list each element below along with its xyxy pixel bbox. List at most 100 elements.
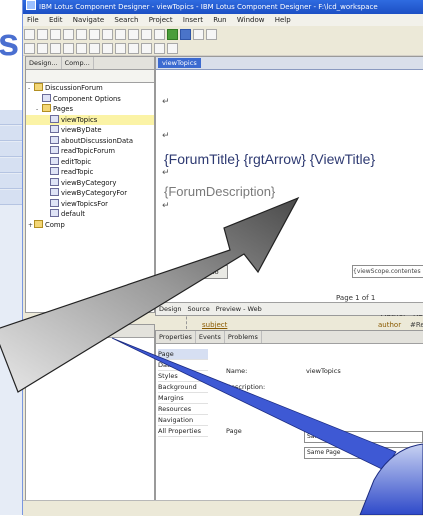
outline-content: About Document bbox=[30, 341, 85, 349]
cut-icon[interactable] bbox=[63, 29, 74, 40]
menu-help[interactable]: Help bbox=[275, 16, 291, 24]
menu-window[interactable]: Window bbox=[237, 16, 265, 24]
grid-icon[interactable] bbox=[141, 29, 152, 40]
page-editor: viewTopics ↵ ↵ {ForumTitle} {rgtArrow} {… bbox=[155, 56, 423, 348]
forum-title-line[interactable]: {ForumTitle} {rgtArrow} {ViewTitle} bbox=[164, 151, 375, 167]
property-category[interactable]: Page bbox=[158, 349, 208, 360]
tab-viewtopics[interactable]: viewTopics bbox=[158, 58, 201, 68]
undo-icon[interactable] bbox=[102, 29, 113, 40]
font-icon[interactable] bbox=[37, 43, 48, 54]
tree-item[interactable]: viewByDate bbox=[26, 125, 154, 136]
cancel-page-select[interactable]: Same Page bbox=[304, 447, 423, 459]
table-icon[interactable] bbox=[128, 29, 139, 40]
copy-icon[interactable] bbox=[76, 29, 87, 40]
size-icon[interactable] bbox=[50, 43, 61, 54]
menu-navigate[interactable]: Navigate bbox=[73, 16, 104, 24]
tree-item[interactable]: default bbox=[26, 209, 154, 220]
tree-item[interactable]: - DiscussionForum bbox=[26, 83, 154, 94]
row-author[interactable]: author bbox=[378, 321, 401, 329]
tree-item[interactable]: viewTopics bbox=[26, 114, 154, 125]
property-category[interactable]: Data bbox=[158, 360, 208, 371]
align-right-icon[interactable] bbox=[141, 43, 152, 54]
menu-insert[interactable]: Insert bbox=[183, 16, 203, 24]
view-scope-field[interactable]: {viewScope.contentes bbox=[352, 265, 423, 278]
outline-panel-tabs bbox=[26, 325, 154, 338]
tree-item-label: DiscussionForum bbox=[45, 84, 103, 92]
tab-problems[interactable]: Problems bbox=[225, 331, 262, 343]
folder-icon bbox=[42, 104, 51, 112]
align-center-icon[interactable] bbox=[128, 43, 139, 54]
main-toolbar bbox=[23, 27, 423, 42]
tree-item-label: Comp bbox=[45, 220, 65, 229]
properties-panel: Properties Events Problems Page Data Styles B… bbox=[155, 330, 423, 502]
tab-events[interactable]: Events bbox=[196, 331, 225, 343]
tab-source-mode[interactable]: Source bbox=[184, 305, 212, 313]
property-category[interactable]: Navigation bbox=[158, 415, 208, 426]
bold-icon[interactable] bbox=[63, 43, 74, 54]
menu-search[interactable]: Search bbox=[114, 16, 138, 24]
strip-tab bbox=[0, 190, 22, 205]
page-icon bbox=[50, 135, 59, 144]
debug-icon[interactable] bbox=[180, 29, 191, 40]
redo-icon[interactable] bbox=[115, 29, 126, 40]
print-icon[interactable] bbox=[50, 29, 61, 40]
tree-item[interactable]: editTopic bbox=[26, 156, 154, 168]
format-toolbar bbox=[23, 41, 423, 56]
strip-tab bbox=[0, 142, 22, 157]
next-page-select[interactable]: Same Page bbox=[304, 431, 423, 443]
list-icon[interactable] bbox=[154, 43, 165, 54]
new-icon[interactable] bbox=[24, 29, 35, 40]
color-icon[interactable] bbox=[102, 43, 113, 54]
forum-description-line[interactable]: {ForumDescription} bbox=[164, 184, 275, 199]
tree-item[interactable]: - Pages bbox=[26, 104, 154, 115]
run-icon[interactable] bbox=[167, 29, 178, 40]
tab-design-mode[interactable]: Design bbox=[156, 305, 184, 313]
row-subject[interactable]: subject bbox=[202, 321, 227, 329]
pencil-icon[interactable] bbox=[206, 29, 217, 40]
menu-edit[interactable]: Edit bbox=[49, 16, 63, 24]
menu-file[interactable]: File bbox=[27, 16, 39, 24]
tree-item[interactable]: + Comp bbox=[26, 219, 154, 231]
menu-run[interactable]: Run bbox=[213, 16, 226, 24]
property-category[interactable]: All Properties bbox=[158, 426, 208, 437]
property-category[interactable]: Margins bbox=[158, 393, 208, 404]
outline-panel: About Document bbox=[25, 324, 155, 502]
italic-icon[interactable] bbox=[76, 43, 87, 54]
name-value[interactable]: viewTopics bbox=[306, 367, 341, 375]
tree-item[interactable]: Component Options bbox=[26, 93, 154, 105]
tree-item[interactable]: aboutDiscussionData bbox=[26, 135, 154, 147]
tab-design[interactable]: Design... bbox=[26, 57, 62, 69]
property-category[interactable]: Resources bbox=[158, 404, 208, 415]
paragraph-mark: ↵ bbox=[162, 131, 170, 141]
tab-preview-mode[interactable]: Preview - Web bbox=[213, 305, 265, 313]
page-field-label: Page bbox=[226, 427, 242, 435]
menu-bar: File Edit Navigate Search Project Insert… bbox=[23, 14, 423, 26]
property-category[interactable]: Styles bbox=[158, 371, 208, 382]
property-categories: Page Data Styles Background Margins Resources… bbox=[158, 349, 208, 437]
preview-icon[interactable] bbox=[154, 29, 165, 40]
search-icon[interactable] bbox=[193, 29, 204, 40]
tab-properties[interactable]: Properties bbox=[156, 331, 196, 343]
strip-tab bbox=[0, 158, 22, 173]
menu-project[interactable]: Project bbox=[149, 16, 173, 24]
paste-icon[interactable] bbox=[89, 29, 100, 40]
tree-item-label: viewByCategoryFor bbox=[61, 189, 128, 197]
tree-item-label: aboutDiscussionData bbox=[61, 136, 133, 145]
tab-components[interactable]: Comp... bbox=[62, 57, 94, 69]
underline-icon[interactable] bbox=[89, 43, 100, 54]
save-icon[interactable] bbox=[37, 29, 48, 40]
paragraph-mark: ↵ bbox=[162, 168, 170, 178]
property-category[interactable]: Background bbox=[158, 382, 208, 393]
tree-item-label: viewTopicsFor bbox=[61, 199, 108, 208]
new-topic-button[interactable]: New To bbox=[186, 265, 228, 279]
design-panel-tabs: Design... Comp... bbox=[26, 57, 154, 70]
page-icon bbox=[50, 177, 59, 186]
style-icon[interactable] bbox=[24, 43, 35, 54]
tree-item[interactable]: readTopic bbox=[26, 167, 154, 178]
tree-item[interactable]: viewTopicsFor bbox=[26, 198, 154, 210]
indent-icon[interactable] bbox=[167, 43, 178, 54]
tree-item[interactable]: viewByCategory bbox=[26, 177, 154, 189]
tree-item[interactable]: viewByCategoryFor bbox=[26, 188, 154, 199]
tree-item[interactable]: readTopicForum bbox=[26, 146, 154, 157]
align-left-icon[interactable] bbox=[115, 43, 126, 54]
